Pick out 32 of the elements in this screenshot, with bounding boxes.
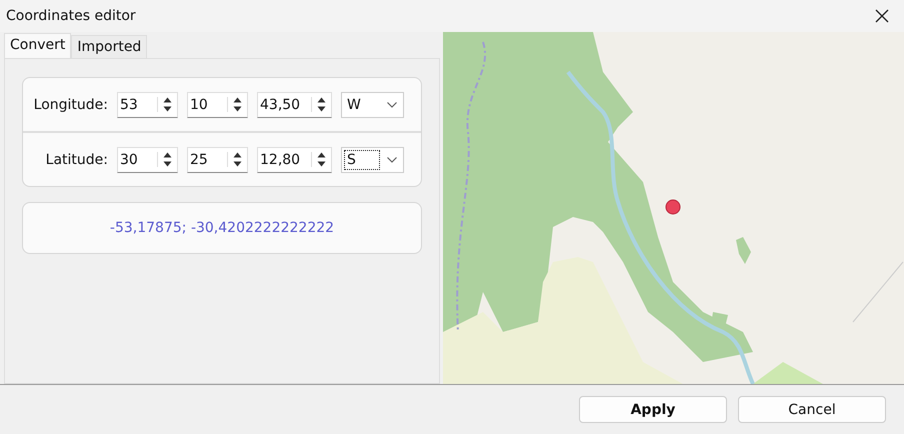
down-arrow-icon[interactable] xyxy=(317,161,326,167)
chevron-down-icon xyxy=(387,156,397,162)
hemisphere-dropdown[interactable]: S xyxy=(341,146,404,172)
dialog-button[interactable]: Apply xyxy=(579,396,727,423)
spin-box[interactable]: 12,80 xyxy=(257,146,332,172)
tab[interactable]: Imported xyxy=(71,35,148,58)
close-icon[interactable] xyxy=(875,9,889,23)
spin-box[interactable]: 53 xyxy=(117,92,178,118)
field-label: Latitude: xyxy=(44,152,108,168)
down-arrow-icon[interactable] xyxy=(163,161,172,167)
up-arrow-icon[interactable] xyxy=(233,152,242,158)
down-arrow-icon[interactable] xyxy=(317,106,326,112)
spin-box[interactable]: 25 xyxy=(187,146,248,172)
up-arrow-icon[interactable] xyxy=(233,97,242,103)
spin-box[interactable]: 43,50 xyxy=(257,92,332,118)
field-label: Longitude: xyxy=(32,96,108,112)
hemisphere-dropdown[interactable]: W xyxy=(341,92,404,118)
spin-box[interactable]: 30 xyxy=(117,146,178,172)
spin-box[interactable]: 10 xyxy=(187,92,248,118)
down-arrow-icon[interactable] xyxy=(233,161,242,167)
down-arrow-icon[interactable] xyxy=(233,106,242,112)
up-arrow-icon[interactable] xyxy=(163,97,172,103)
up-arrow-icon[interactable] xyxy=(317,97,326,103)
decimal-coordinates: -53,17875; -30,4202222222222 xyxy=(110,220,334,236)
tab[interactable]: Convert xyxy=(4,33,72,58)
up-arrow-icon[interactable] xyxy=(163,152,172,158)
up-arrow-icon[interactable] xyxy=(317,152,326,158)
location-marker-icon xyxy=(665,199,681,215)
down-arrow-icon[interactable] xyxy=(163,106,172,112)
chevron-down-icon xyxy=(387,102,397,108)
dialog-button[interactable]: Cancel xyxy=(738,396,886,423)
window-title: Coordinates editor xyxy=(6,8,136,24)
